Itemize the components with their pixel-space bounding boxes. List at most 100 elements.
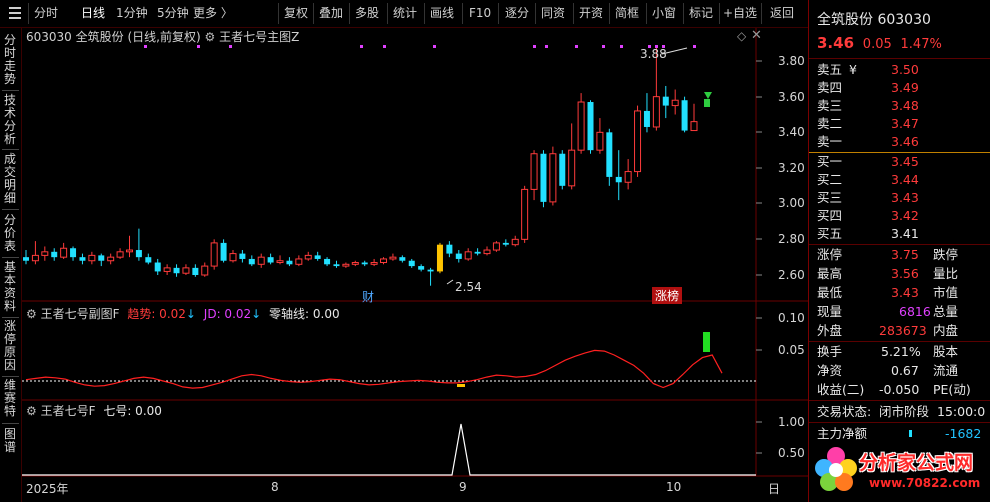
btn-tongzi[interactable]: 同资 (541, 5, 565, 22)
x-tick: 9 (459, 480, 467, 494)
low-pointer (446, 279, 454, 285)
settings-icon[interactable]: ⚙ (26, 307, 37, 321)
btn-tongji[interactable]: 统计 (393, 5, 417, 22)
candle-body (559, 153, 566, 186)
tab-more[interactable]: 更多 〉 (193, 5, 233, 22)
ask-row[interactable]: 卖五 ¥ 3.50 (809, 60, 990, 79)
bid-price: 3.42 (891, 208, 919, 223)
candle-body (51, 251, 58, 258)
ask-label: 卖一 (817, 134, 843, 149)
bid-row[interactable]: 买二 3.44 (809, 170, 990, 189)
low-label: 2.54 (455, 280, 482, 294)
candle-body (483, 249, 491, 255)
btn-xiaochuang[interactable]: 小窗 (652, 5, 676, 22)
left-tabs: 分时走势 技术分析 成交明细 分价表 基本资料 涨停原因 维赛特 图谱 (0, 28, 22, 502)
tab-rixian[interactable]: 日线 (81, 5, 105, 22)
ask-row[interactable]: 卖四 3.49 (809, 78, 990, 97)
vtab-tupu[interactable]: 图谱 (3, 428, 17, 454)
signal-dot (197, 45, 200, 48)
btn-biaoji[interactable]: 标记 (689, 5, 713, 22)
quote-price: 3.46 (817, 34, 855, 52)
expand-icon[interactable]: ◇ (737, 29, 746, 43)
marker-cai[interactable]: 财 (362, 288, 374, 305)
tab-5min[interactable]: 5分钟 (157, 5, 189, 22)
bid-row[interactable]: 买一 3.45 (809, 152, 990, 171)
candle-body (333, 264, 340, 267)
trend-line (25, 349, 723, 389)
btn-jiankuang[interactable]: 简框 (615, 5, 639, 22)
chart-area[interactable] (22, 28, 808, 502)
settings-icon[interactable]: ⚙ (26, 404, 37, 418)
bid-row[interactable]: 买四 3.42 (809, 206, 990, 225)
vtab-weisaite[interactable]: 维赛特 (3, 379, 17, 418)
candle-body (418, 266, 425, 270)
bid-row[interactable]: 买三 3.43 (809, 188, 990, 207)
vtab-zhangting[interactable]: 涨停原因 (3, 320, 17, 372)
stat-key2: PE(动) (933, 382, 971, 397)
bid-row[interactable]: 买五 3.41 (809, 224, 990, 243)
tab-fenshi[interactable]: 分时 (34, 5, 58, 22)
candle-body (41, 251, 49, 256)
marker-zhangbang[interactable]: 涨榜 (652, 287, 683, 304)
stat-key: 净资 (817, 363, 843, 378)
ask-price: 3.46 (891, 134, 919, 149)
watermark-url: www.70822.com (869, 476, 981, 490)
candle-body (135, 250, 142, 258)
flower-logo-icon (815, 447, 857, 491)
btn-zhufen[interactable]: 逐分 (505, 5, 529, 22)
stat-row: 涨停 3.75 跌停 (809, 245, 990, 264)
trend-value: 趋势: 0.02 (127, 307, 186, 321)
btn-kaizi[interactable]: 开资 (579, 5, 603, 22)
trade-status-row: 交易状态: 闭市阶段 15:00:0 (809, 402, 990, 421)
vtab-chengjiao[interactable]: 成交明细 (3, 153, 17, 205)
menu-icon[interactable] (9, 7, 21, 22)
candle-body (163, 267, 171, 272)
y-tick: 3.60 (778, 90, 805, 104)
candle-body (239, 253, 246, 259)
sub2-y-tick: 0.50 (778, 446, 805, 460)
signal-bar (457, 384, 465, 387)
jd-value: JD: 0.02 (203, 307, 252, 321)
indicator-name[interactable]: 王者七号主图Z (219, 30, 299, 44)
ask-row[interactable]: 卖三 3.48 (809, 96, 990, 115)
stat-row: 外盘 283673 内盘 (809, 321, 990, 340)
btn-zixuan[interactable]: +自选 (723, 5, 757, 22)
vtab-fenshi[interactable]: 分时走势 (3, 34, 17, 86)
stat-row: 净资 0.67 流通 (809, 361, 990, 380)
trade-time: 15:00:0 (937, 404, 986, 419)
btn-duogu[interactable]: 多股 (355, 5, 379, 22)
stat-key: 现量 (817, 304, 843, 319)
signal-dot (545, 45, 548, 48)
btn-fuquan[interactable]: 复权 (284, 5, 308, 22)
tab-1min[interactable]: 1分钟 (116, 5, 148, 22)
vtab-fenjia[interactable]: 分价表 (3, 214, 17, 253)
signal-dot (433, 45, 436, 48)
stat-key: 换手 (817, 344, 843, 359)
ask-price: 3.48 (891, 98, 919, 113)
stat-key: 外盘 (817, 323, 843, 338)
btn-huaxian[interactable]: 画线 (430, 5, 454, 22)
candle-body (192, 267, 199, 275)
quote-panel: 全筑股份 603030 3.46 0.05 1.47% 卖五 ¥ 3.50 卖四… (808, 0, 990, 502)
vtab-jiben[interactable]: 基本资料 (3, 261, 17, 313)
signal-dot (693, 45, 696, 48)
btn-diejia[interactable]: 叠加 (319, 5, 343, 22)
sub2-name[interactable]: 王者七号F (41, 404, 96, 418)
sub1-name[interactable]: 王者七号副图F (41, 307, 120, 321)
candle-body (154, 262, 161, 272)
vtab-jishu[interactable]: 技术分析 (3, 94, 17, 146)
stock-code: 603030 (26, 30, 72, 44)
quote-header: 全筑股份 603030 (817, 9, 931, 29)
btn-fanhui[interactable]: 返回 (770, 5, 794, 22)
stat-key2: 流通 (933, 363, 959, 378)
ask-row[interactable]: 卖二 3.47 (809, 114, 990, 133)
candle-body (220, 242, 227, 261)
candle-body (464, 251, 472, 260)
ask-row[interactable]: 卖一 3.46 (809, 132, 990, 151)
stat-key: 涨停 (817, 247, 843, 262)
settings-icon[interactable]: ⚙ (204, 30, 215, 44)
candle-body (577, 101, 585, 151)
signal-dot (144, 45, 147, 48)
close-icon[interactable]: ✕ (751, 28, 762, 43)
btn-f10[interactable]: F10 (469, 5, 491, 22)
